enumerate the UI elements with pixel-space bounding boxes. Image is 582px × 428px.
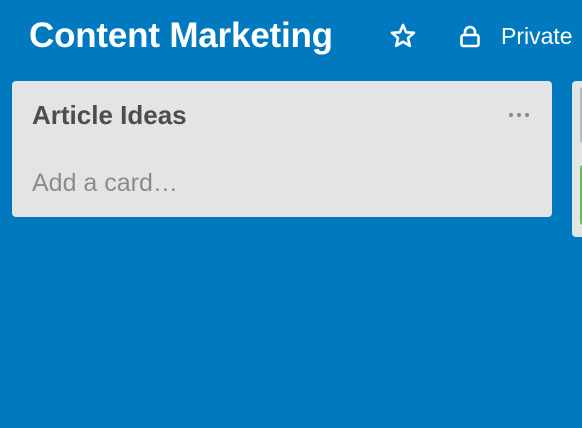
list-article-ideas: Article Ideas Add a card… <box>12 81 552 217</box>
board-title[interactable]: Content Marketing <box>29 14 333 58</box>
star-button[interactable] <box>389 22 417 50</box>
next-list-partial[interactable] <box>572 81 582 237</box>
add-card-button[interactable]: Add a card… <box>32 167 178 199</box>
ellipsis-icon <box>506 103 532 127</box>
board-visibility-button[interactable]: Private <box>458 19 573 53</box>
board-header: Content Marketing Private <box>0 0 582 78</box>
star-icon <box>389 22 417 50</box>
list-title[interactable]: Article Ideas <box>32 99 187 131</box>
list-menu-button[interactable] <box>506 103 532 127</box>
lock-icon <box>458 24 482 48</box>
visibility-label: Private <box>501 23 573 49</box>
